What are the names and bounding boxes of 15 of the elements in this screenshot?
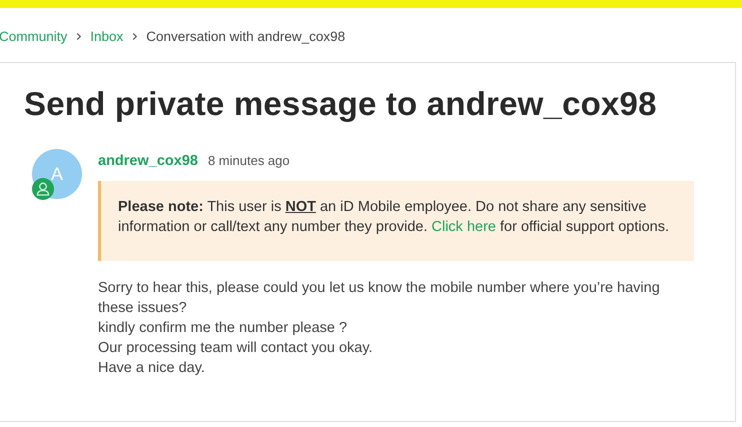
page-title: Send private message to andrew_cox98: [24, 85, 658, 123]
user-badge-icon: [32, 178, 54, 200]
message-text: kindly confirm me the number please ?: [98, 319, 348, 338]
chevron-icon: [75, 32, 82, 40]
message-text: Have a nice day.: [98, 359, 206, 378]
breadcrumb-link[interactable]: Community: [0, 28, 68, 44]
message-text: Sorry to hear this, please could you let us know the mobile number where you’re having these issues?: [98, 279, 661, 318]
breadcrumb-current: Conversation with andrew_cox98: [146, 28, 346, 44]
warning-text: Please note: This user is NOT an iD Mobile employee. Do not share any sensitive information or call/text any number they provide. Click here for official support options.: [118, 198, 670, 237]
message-time: 8 minutes ago: [208, 153, 290, 168]
message-text: Our processing team will contact you okay.: [98, 339, 374, 358]
author-link[interactable]: andrew_cox98: [98, 153, 198, 169]
breadcrumb-link[interactable]: Inbox: [90, 28, 124, 44]
support-link[interactable]: Click here: [432, 219, 496, 235]
chevron-icon: [131, 32, 138, 40]
